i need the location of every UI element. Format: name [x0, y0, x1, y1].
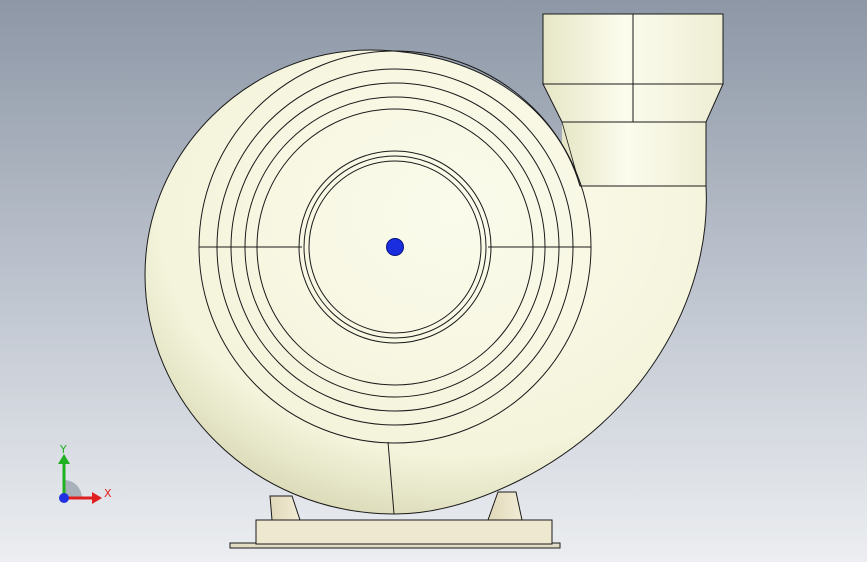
x-axis-arrowhead [92, 492, 102, 504]
origin-point[interactable] [386, 238, 404, 256]
model-view[interactable] [0, 0, 867, 562]
x-axis-label: X [104, 487, 112, 500]
reference-triad[interactable]: Y X [48, 440, 118, 510]
z-axis-dot [59, 493, 69, 503]
base-plate[interactable] [229, 519, 561, 549]
graphics-viewport[interactable]: Y X [0, 0, 867, 562]
y-axis-label: Y [59, 443, 67, 456]
